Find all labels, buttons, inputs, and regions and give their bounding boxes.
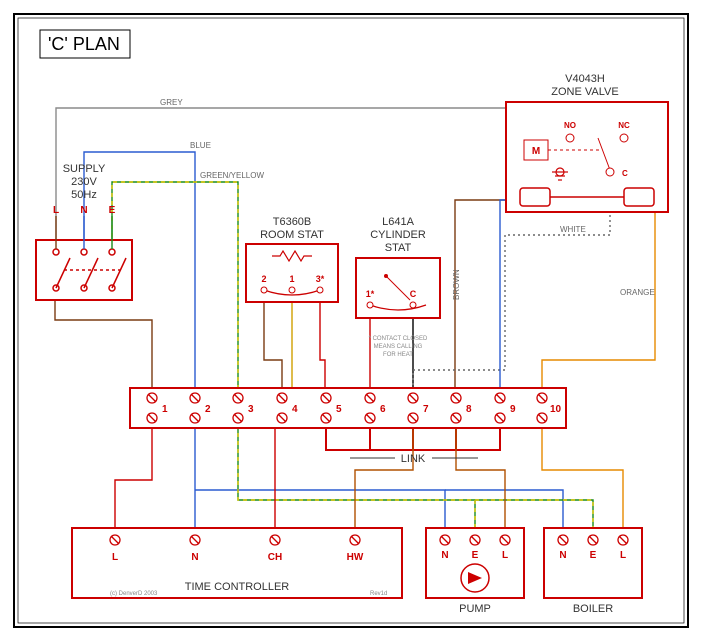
svg-text:BLUE: BLUE [190, 141, 211, 150]
cylinder-stat-block: L641A CYLINDER STAT 1* C * CONTACT CLOSE… [356, 216, 440, 358]
svg-text:ROOM STAT: ROOM STAT [260, 229, 324, 241]
svg-text:NC: NC [618, 121, 630, 130]
svg-text:T6360B: T6360B [273, 216, 312, 228]
svg-text:E: E [109, 205, 116, 216]
svg-text:M: M [532, 146, 540, 157]
svg-text:5: 5 [336, 404, 342, 415]
svg-text:L: L [53, 205, 59, 216]
svg-text:6: 6 [380, 404, 386, 415]
svg-text:N: N [559, 550, 566, 561]
svg-text:CYLINDER: CYLINDER [370, 229, 426, 241]
svg-text:1: 1 [289, 274, 294, 284]
svg-text:FOR HEAT: FOR HEAT [383, 352, 413, 358]
svg-text:SUPPLY: SUPPLY [63, 163, 106, 175]
time-controller-block: L N CH HW TIME CONTROLLER (c) DenverD 20… [72, 528, 402, 598]
svg-text:C: C [410, 289, 417, 299]
svg-text:ZONE VALVE: ZONE VALVE [551, 86, 618, 98]
svg-text:N: N [441, 550, 448, 561]
svg-text:3*: 3* [316, 274, 325, 284]
supply-block: SUPPLY 230V 50Hz L N E [36, 163, 132, 300]
svg-text:N: N [80, 205, 87, 216]
svg-text:50Hz: 50Hz [71, 189, 97, 201]
wiring-diagram: 'C' PLAN GREY BLUE GREEN/YELLOW BROWN [0, 0, 702, 641]
svg-text:Rev1d: Rev1d [370, 591, 387, 597]
svg-text:10: 10 [550, 404, 562, 415]
svg-text:L: L [620, 550, 626, 561]
svg-text:WHITE: WHITE [560, 225, 586, 234]
svg-text:BROWN: BROWN [452, 269, 461, 300]
svg-text:1*: 1* [366, 289, 375, 299]
svg-text:E: E [590, 550, 597, 561]
svg-text:NO: NO [564, 121, 576, 130]
svg-text:GREEN/YELLOW: GREEN/YELLOW [200, 171, 264, 180]
svg-text:ORANGE: ORANGE [620, 288, 655, 297]
svg-text:9: 9 [510, 404, 516, 415]
zone-valve-block: V4043H ZONE VALVE M NO NC C [506, 73, 668, 212]
svg-text:8: 8 [466, 404, 472, 415]
svg-text:V4043H: V4043H [565, 73, 605, 85]
svg-text:MEANS CALLING: MEANS CALLING [374, 344, 423, 350]
svg-text:230V: 230V [71, 176, 97, 188]
svg-text:HW: HW [347, 552, 364, 563]
svg-text:7: 7 [423, 404, 429, 415]
svg-text:GREY: GREY [160, 98, 183, 107]
svg-text:TIME CONTROLLER: TIME CONTROLLER [185, 581, 290, 593]
svg-text:E: E [472, 550, 479, 561]
boiler-block: N E L BOILER [544, 528, 642, 615]
svg-text:STAT: STAT [385, 242, 412, 254]
svg-text:4: 4 [292, 404, 298, 415]
svg-text:1: 1 [162, 404, 168, 415]
svg-text:C: C [622, 169, 628, 178]
svg-text:L: L [502, 550, 508, 561]
svg-text:2: 2 [205, 404, 211, 415]
svg-text:(c) DenverD 2003: (c) DenverD 2003 [110, 591, 158, 597]
svg-text:3: 3 [248, 404, 254, 415]
pump-block: N E L PUMP [426, 528, 524, 615]
room-stat-block: T6360B ROOM STAT 2 1 3* [246, 216, 338, 302]
svg-text:BOILER: BOILER [573, 603, 613, 615]
svg-text:* CONTACT CLOSED: * CONTACT CLOSED [369, 336, 428, 342]
svg-text:2: 2 [261, 274, 266, 284]
svg-text:L641A: L641A [382, 216, 414, 228]
link-label: LINK [401, 453, 426, 465]
svg-text:L: L [112, 552, 118, 563]
svg-text:PUMP: PUMP [459, 603, 491, 615]
svg-text:N: N [191, 552, 198, 563]
svg-text:CH: CH [268, 552, 282, 563]
diagram-title: 'C' PLAN [48, 34, 120, 54]
